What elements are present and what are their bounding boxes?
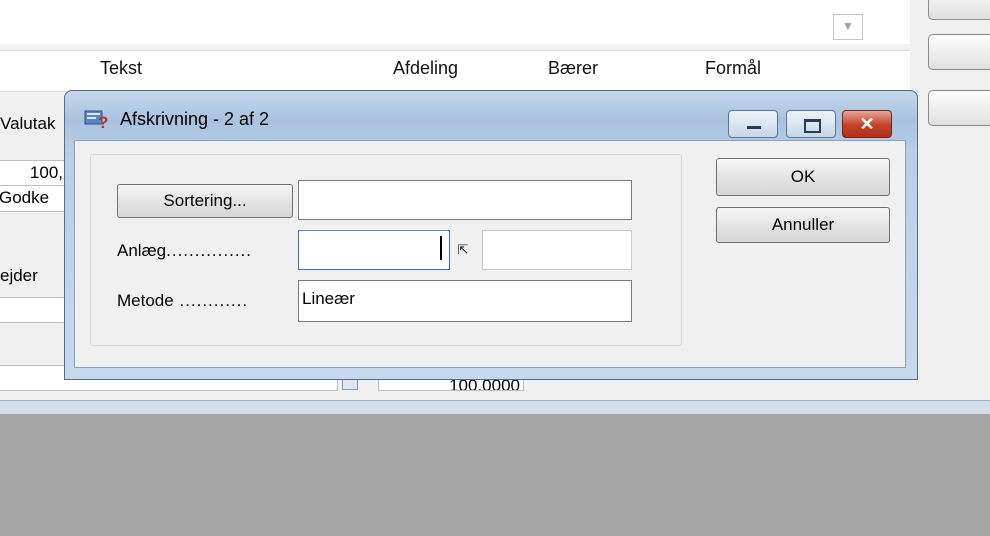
bg-field-row[interactable] <box>0 297 66 323</box>
column-header-baerer[interactable]: Bærer <box>548 58 598 79</box>
ok-button[interactable]: OK <box>716 158 890 196</box>
column-header-formaal[interactable]: Formål <box>705 58 761 79</box>
bg-label-valutakurs: Valutak <box>0 114 56 133</box>
svg-text:?: ? <box>98 113 108 130</box>
side-button-2[interactable] <box>928 34 990 70</box>
metode-label: Metode ............ <box>117 291 249 310</box>
side-button-1[interactable] <box>928 0 990 20</box>
metode-field[interactable]: Lineær <box>298 280 632 322</box>
side-button-3[interactable] <box>928 90 990 126</box>
anlaeg-field[interactable] <box>298 230 450 270</box>
close-icon: ✕ <box>859 114 875 134</box>
sortering-field[interactable] <box>298 180 632 220</box>
lookup-icon[interactable]: ⇱ <box>452 238 474 262</box>
background-empty-area <box>0 414 990 536</box>
column-header-afdeling[interactable]: Afdeling <box>393 58 458 79</box>
bg-field-godkendt[interactable]: Godke <box>0 186 66 212</box>
dropdown-arrow-icon[interactable]: ▼ <box>833 14 863 40</box>
background-top-strip <box>0 0 910 44</box>
close-button[interactable]: ✕ <box>842 110 892 138</box>
dialog-window-icon: ? <box>84 108 110 132</box>
bg-field-amount[interactable]: 100, <box>0 160 66 186</box>
minimize-button[interactable] <box>728 110 778 138</box>
column-header-tekst[interactable]: Tekst <box>100 58 142 79</box>
anlaeg-label: Anlæg............... <box>117 241 252 260</box>
maximize-button[interactable] <box>786 110 836 138</box>
sortering-button[interactable]: Sortering... <box>117 184 293 218</box>
anlaeg-description-field <box>482 230 632 270</box>
background-separator <box>0 400 990 415</box>
bg-label-ejder: ejder <box>0 266 38 285</box>
annuller-button[interactable]: Annuller <box>716 207 890 243</box>
text-cursor <box>440 236 442 260</box>
maximize-icon <box>804 119 821 133</box>
dialog-title: Afskrivning - 2 af 2 <box>120 109 270 129</box>
minimize-icon <box>747 126 761 129</box>
